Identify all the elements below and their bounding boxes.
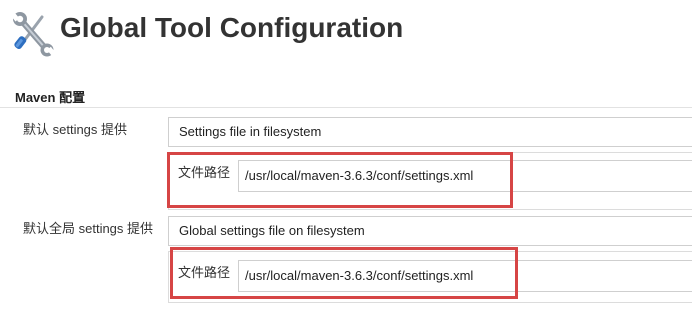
tools-icon	[11, 11, 56, 57]
default-settings-select[interactable]: Settings file in filesystem	[168, 117, 692, 147]
default-settings-label: 默认 settings 提供	[23, 122, 128, 137]
global-settings-label: 默认全局 settings 提供	[23, 221, 154, 236]
global-tool-configuration-page: Global Tool Configuration Maven 配置 默认 se…	[0, 0, 692, 322]
default-settings-path-label: 文件路径	[178, 165, 231, 180]
section-divider	[0, 107, 692, 108]
section-title: Maven 配置	[15, 90, 86, 105]
global-settings-path-label: 文件路径	[178, 265, 231, 280]
global-settings-path-input[interactable]: /usr/local/maven-3.6.3/conf/settings.xml	[238, 260, 692, 292]
default-settings-path-input[interactable]: /usr/local/maven-3.6.3/conf/settings.xml	[238, 160, 692, 192]
page-title: Global Tool Configuration	[60, 12, 404, 43]
global-settings-select[interactable]: Global settings file on filesystem	[168, 216, 692, 246]
